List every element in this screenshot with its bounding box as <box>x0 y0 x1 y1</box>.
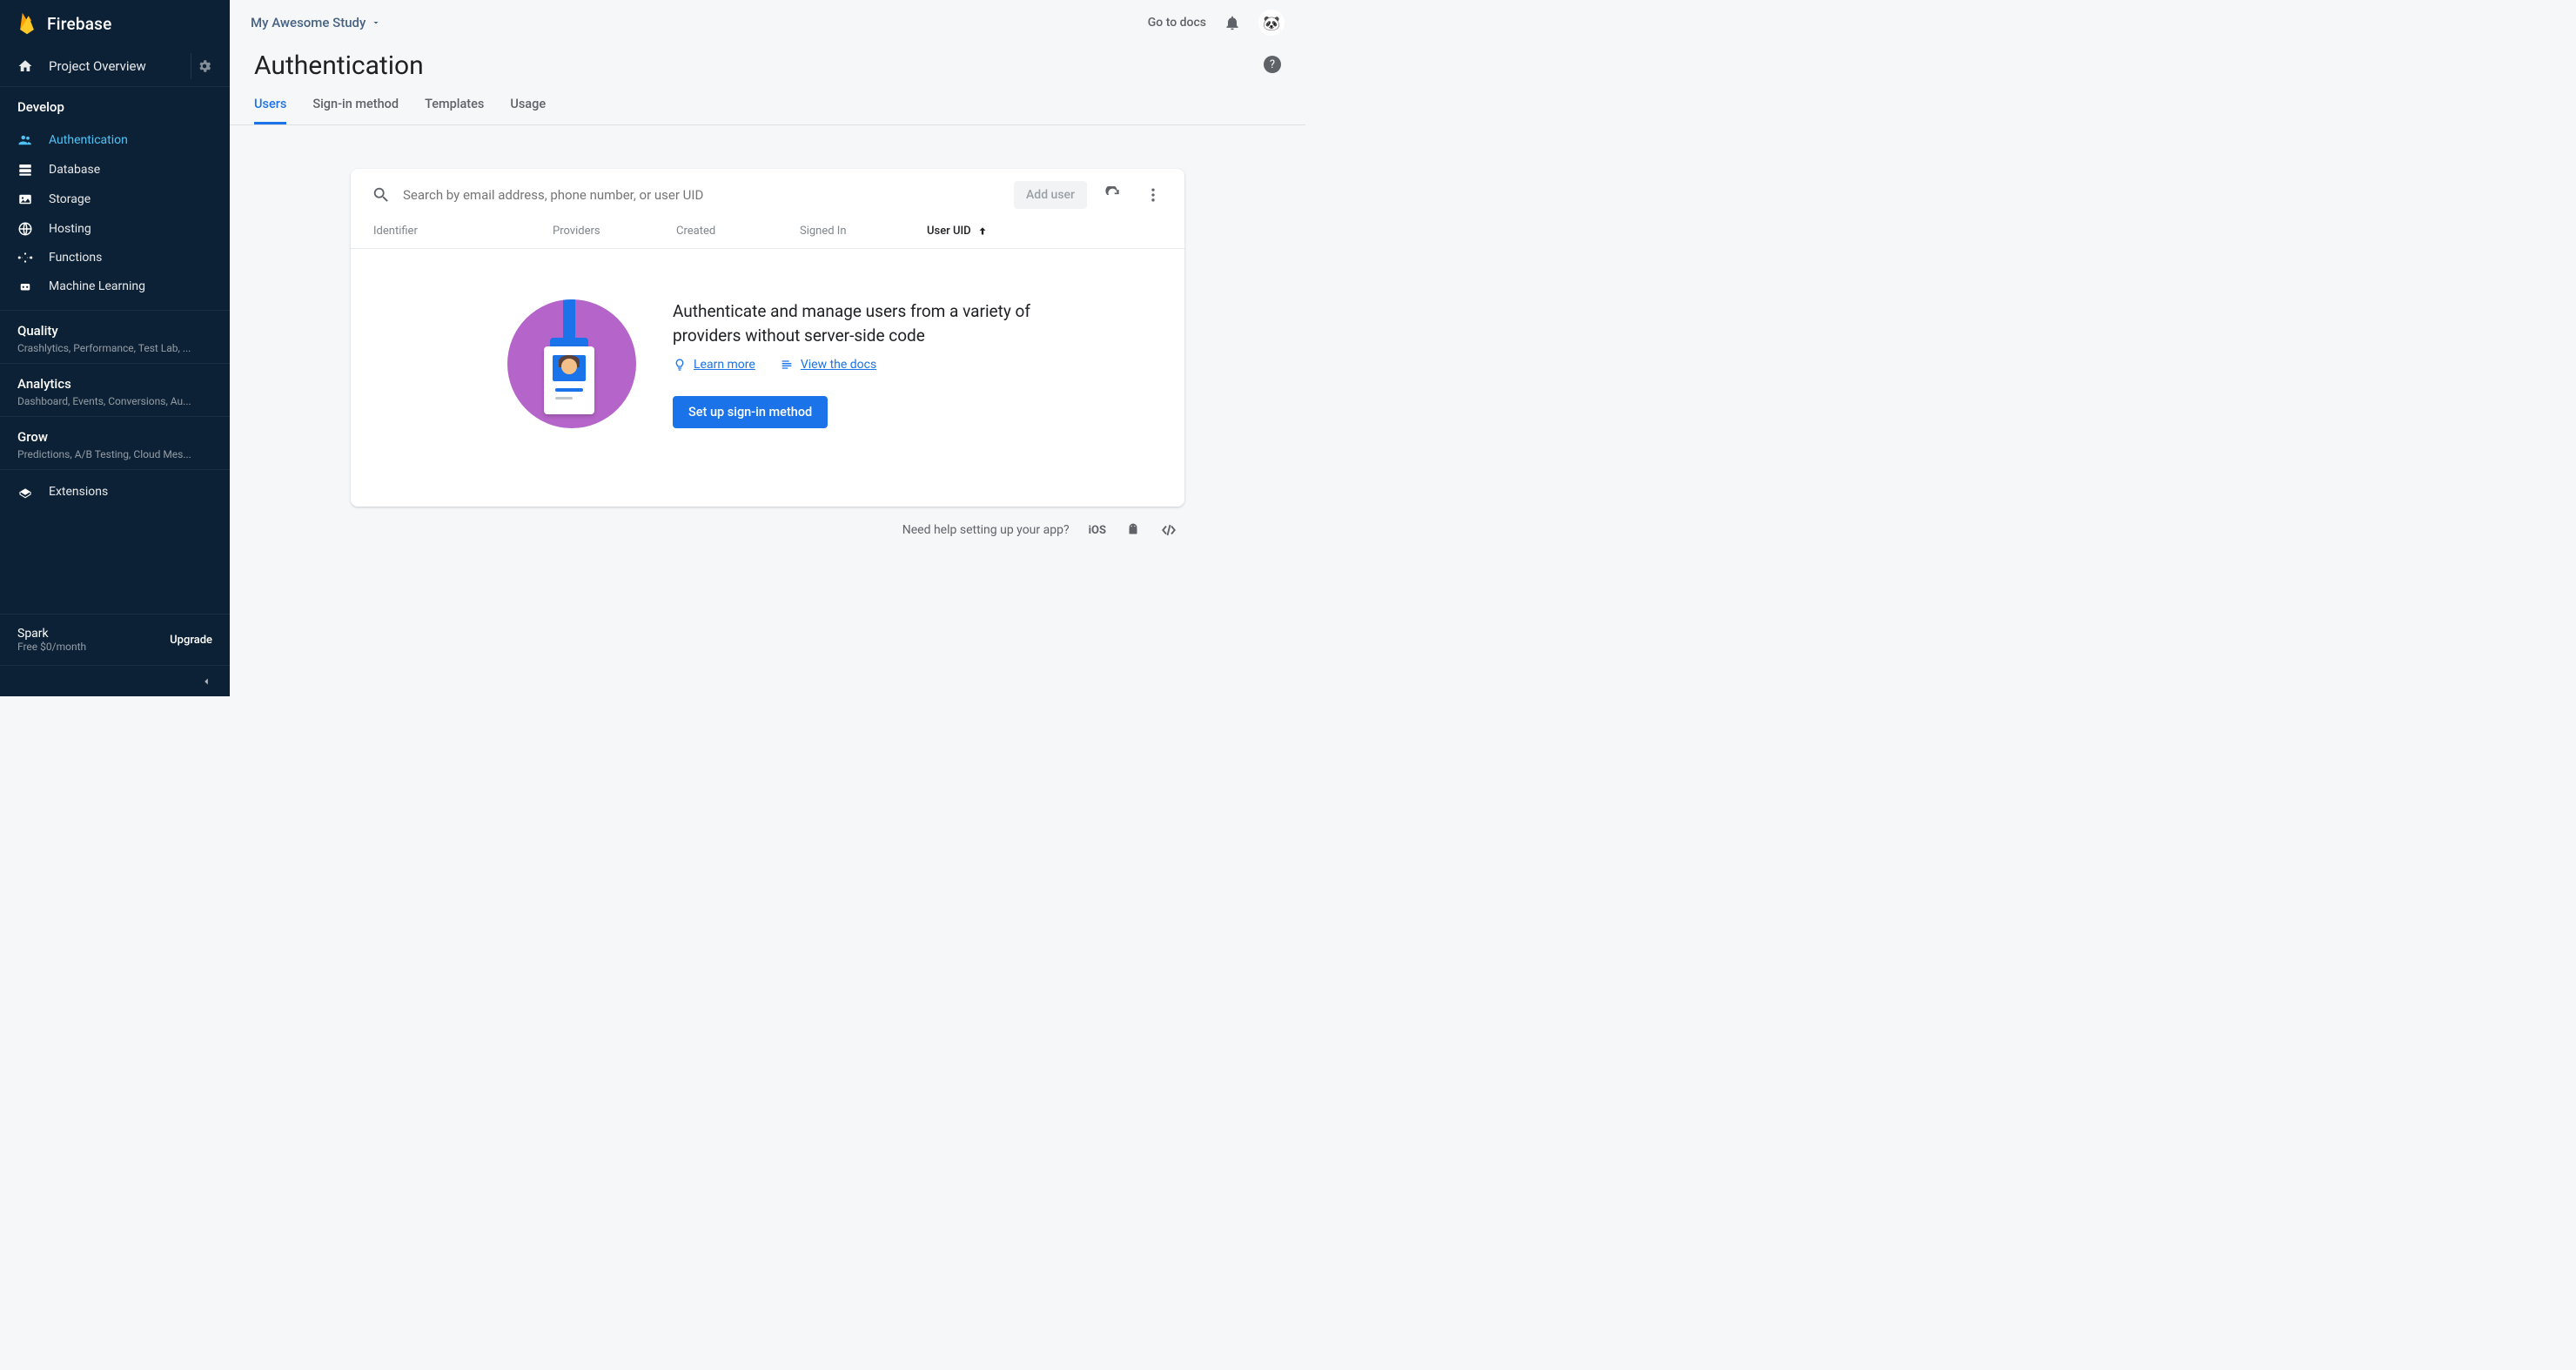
project-selector[interactable]: My Awesome Study <box>251 15 381 30</box>
table-header: Identifier Providers Created Signed In U… <box>351 216 1184 249</box>
plan-price: Free $0/month <box>17 641 86 653</box>
globe-icon <box>17 221 33 237</box>
sidebar-item-storage[interactable]: Storage <box>0 185 230 214</box>
sidebar-item-hosting[interactable]: Hosting <box>0 214 230 244</box>
help-icon[interactable]: ? <box>1264 56 1281 73</box>
add-user-button[interactable]: Add user <box>1014 181 1087 209</box>
section-quality[interactable]: QualityCrashlytics, Performance, Test La… <box>0 311 230 363</box>
sidebar-item-authentication[interactable]: Authentication <box>0 125 230 155</box>
plan-row: SparkFree $0/month Upgrade <box>0 614 230 665</box>
tab-signin-method[interactable]: Sign-in method <box>312 97 399 124</box>
section-develop: Develop <box>0 87 230 124</box>
storage-icon <box>17 191 33 207</box>
database-icon <box>17 162 33 178</box>
main: My Awesome Study Go to docs 🐼 Authentica… <box>230 0 1305 696</box>
document-icon <box>780 358 794 372</box>
refresh-button[interactable] <box>1099 181 1127 209</box>
people-icon <box>17 132 33 148</box>
platform-android-link[interactable] <box>1125 522 1141 538</box>
empty-heading: Authenticate and manage users from a var… <box>673 299 1047 347</box>
upgrade-button[interactable]: Upgrade <box>170 634 212 647</box>
learn-more-link[interactable]: Learn more <box>673 358 755 372</box>
goto-docs-link[interactable]: Go to docs <box>1148 16 1206 30</box>
develop-nav-list: Authentication Database Storage Hosting … <box>0 124 230 310</box>
dropdown-icon <box>371 17 381 28</box>
empty-state: Authenticate and manage users from a var… <box>351 249 1184 507</box>
plan-name: Spark <box>17 627 86 641</box>
robot-icon <box>17 279 33 294</box>
search-input[interactable] <box>403 187 1002 203</box>
settings-gear-icon[interactable] <box>191 53 218 79</box>
sidebar-item-ml[interactable]: Machine Learning <box>0 272 230 301</box>
platform-ios-link[interactable]: iOS <box>1089 524 1106 537</box>
firebase-logo-icon <box>17 11 37 36</box>
col-signed-in[interactable]: Signed In <box>800 225 927 238</box>
sidebar: Firebase Project Overview Develop Authen… <box>0 0 230 696</box>
arrow-up-icon <box>976 225 989 238</box>
sidebar-item-extensions[interactable]: Extensions <box>0 470 230 514</box>
tab-bar: Users Sign-in method Templates Usage <box>230 81 1305 125</box>
more-menu-button[interactable] <box>1139 181 1167 209</box>
lightbulb-icon <box>673 358 687 372</box>
help-text: Need help setting up your app? <box>902 523 1070 537</box>
sidebar-item-database[interactable]: Database <box>0 155 230 185</box>
col-created[interactable]: Created <box>676 225 800 238</box>
project-overview-label: Project Overview <box>49 58 184 74</box>
users-card: Add user Identifier Providers Created Si… <box>351 169 1184 507</box>
project-overview-row[interactable]: Project Overview <box>0 45 230 87</box>
section-grow[interactable]: GrowPredictions, A/B Testing, Cloud Mes.… <box>0 417 230 469</box>
tab-users[interactable]: Users <box>254 97 286 124</box>
help-row: Need help setting up your app? iOS <box>351 507 1184 538</box>
col-providers[interactable]: Providers <box>553 225 676 238</box>
content-area: Add user Identifier Providers Created Si… <box>230 125 1305 696</box>
brand-row: Firebase <box>0 0 230 45</box>
sidebar-item-functions[interactable]: Functions <box>0 244 230 272</box>
topbar: My Awesome Study Go to docs 🐼 <box>230 0 1305 45</box>
user-avatar[interactable]: 🐼 <box>1258 10 1285 36</box>
brand-name: Firebase <box>47 14 112 34</box>
col-identifier[interactable]: Identifier <box>373 225 553 238</box>
platform-web-link[interactable] <box>1160 522 1177 538</box>
home-icon <box>17 58 33 74</box>
tab-templates[interactable]: Templates <box>425 97 484 124</box>
bell-icon[interactable] <box>1224 14 1241 31</box>
search-icon <box>372 185 391 205</box>
tab-usage[interactable]: Usage <box>510 97 546 124</box>
view-docs-link[interactable]: View the docs <box>780 358 876 372</box>
illustration-icon <box>507 299 636 428</box>
collapse-sidebar-button[interactable] <box>0 665 230 696</box>
section-analytics[interactable]: AnalyticsDashboard, Events, Conversions,… <box>0 364 230 416</box>
functions-icon <box>17 252 33 264</box>
extensions-icon <box>17 484 33 500</box>
col-user-uid[interactable]: User UID <box>927 225 989 238</box>
setup-signin-button[interactable]: Set up sign-in method <box>673 396 828 428</box>
page-title: Authentication <box>254 50 1281 81</box>
